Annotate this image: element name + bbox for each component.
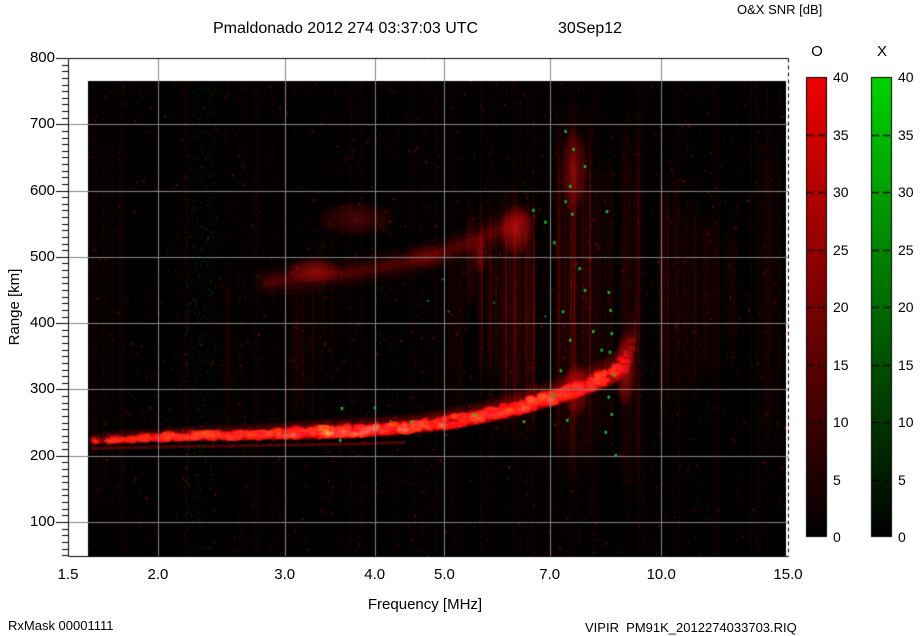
x-tick-label: 1.5 bbox=[43, 567, 93, 583]
ionogram-canvas bbox=[0, 0, 922, 636]
x-tick-label: 7.0 bbox=[525, 567, 575, 583]
y-tick-label: 700 bbox=[8, 116, 55, 132]
colorbar-tick-label: 15 bbox=[833, 358, 859, 373]
colorbar-tick-label: 40 bbox=[898, 70, 922, 85]
colorbar-tick-label: 10 bbox=[833, 415, 859, 430]
x-axis-title: Frequency [MHz] bbox=[368, 597, 482, 613]
x-tick-label: 3.0 bbox=[260, 567, 310, 583]
colorbar-tick-label: 25 bbox=[833, 243, 859, 258]
plot-title: Pmaldonado 2012 274 03:37:03 UTC bbox=[213, 20, 478, 37]
y-tick-label: 100 bbox=[8, 514, 55, 530]
colorbar-tick-label: 5 bbox=[833, 473, 859, 488]
colorbar-tick-label: 0 bbox=[898, 530, 922, 545]
colorbar-o-label: O bbox=[806, 44, 828, 60]
x-tick-label: 5.0 bbox=[419, 567, 469, 583]
y-tick-label: 800 bbox=[8, 50, 55, 66]
snr-units-label: O&X SNR [dB] bbox=[737, 3, 822, 17]
colorbar-tick-label: 20 bbox=[833, 300, 859, 315]
ionogram-figure: Pmaldonado 2012 274 03:37:03 UTC 30Sep12… bbox=[0, 0, 922, 636]
y-tick-label: 300 bbox=[8, 381, 55, 397]
y-tick-label: 600 bbox=[8, 183, 55, 199]
x-tick-label: 4.0 bbox=[350, 567, 400, 583]
colorbar-tick-label: 35 bbox=[898, 128, 922, 143]
y-tick-label: 400 bbox=[8, 315, 55, 331]
x-tick-label: 10.0 bbox=[636, 567, 686, 583]
colorbar-tick-label: 5 bbox=[898, 473, 922, 488]
x-tick-label: 15.0 bbox=[763, 567, 813, 583]
colorbar-x-label: X bbox=[871, 44, 893, 60]
colorbar-tick-label: 15 bbox=[898, 358, 922, 373]
colorbar-tick-label: 0 bbox=[833, 530, 859, 545]
rxmask-label: RxMask 00001111 bbox=[8, 619, 114, 633]
colorbar-tick-label: 40 bbox=[833, 70, 859, 85]
colorbar-tick-label: 20 bbox=[898, 300, 922, 315]
colorbar-tick-label: 30 bbox=[898, 185, 922, 200]
plot-date: 30Sep12 bbox=[558, 20, 622, 37]
y-tick-label: 200 bbox=[8, 448, 55, 464]
colorbar-tick-label: 35 bbox=[833, 128, 859, 143]
y-tick-label: 500 bbox=[8, 249, 55, 265]
colorbar-tick-label: 10 bbox=[898, 415, 922, 430]
y-axis-title: Range [km] bbox=[7, 269, 23, 346]
colorbar-tick-label: 30 bbox=[833, 185, 859, 200]
filename-label: VIPIR PM91K_2012274033703.RIQ bbox=[585, 621, 797, 635]
x-tick-label: 2.0 bbox=[133, 567, 183, 583]
colorbar-tick-label: 25 bbox=[898, 243, 922, 258]
